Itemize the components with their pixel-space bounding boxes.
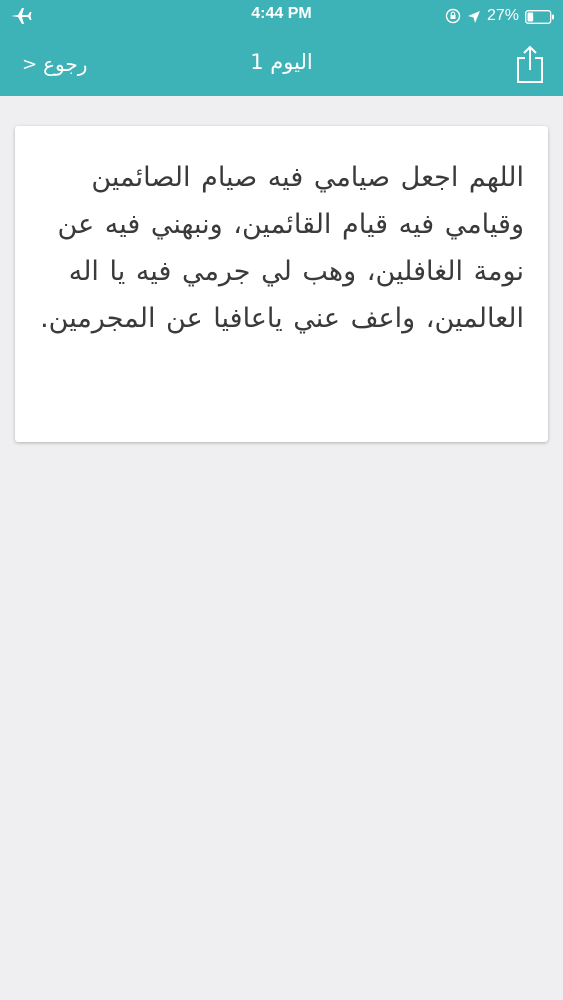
app-header: 4:44 PM 27% اليوم 1 > رجوع xyxy=(0,0,563,96)
battery-icon xyxy=(525,9,555,24)
navigation-bar: اليوم 1 > رجوع xyxy=(0,32,563,96)
prayer-card: اللهم اجعل صيامي فيه صيام الصائمين وقيام… xyxy=(15,126,548,442)
orientation-lock-icon xyxy=(445,8,461,24)
status-bar: 4:44 PM 27% xyxy=(0,0,563,32)
status-right-group: 27% xyxy=(445,5,555,27)
prayer-text: اللهم اجعل صيامي فيه صيام الصائمين وقيام… xyxy=(40,162,524,334)
back-button-label: رجوع xyxy=(43,52,88,76)
back-button[interactable]: > رجوع xyxy=(22,52,87,76)
chevron-icon: > xyxy=(22,53,38,75)
battery-percent: 27% xyxy=(486,7,519,24)
location-arrow-icon xyxy=(467,9,481,23)
